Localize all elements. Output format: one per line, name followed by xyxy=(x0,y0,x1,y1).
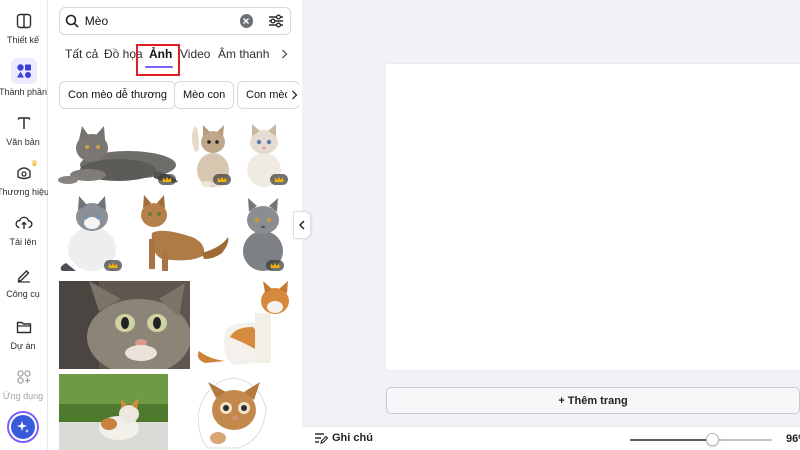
photo-result[interactable] xyxy=(236,193,292,273)
magic-assistant-button[interactable] xyxy=(7,411,39,443)
search-input[interactable] xyxy=(84,9,240,33)
chip-suggestion[interactable]: Mèo con xyxy=(174,81,235,109)
zoom-slider[interactable] xyxy=(630,433,772,446)
rail-item-apps[interactable]: Ứng dụng xyxy=(0,366,48,401)
rail-item-projects[interactable]: Dự án xyxy=(0,316,48,351)
chevron-right-icon xyxy=(291,90,297,100)
rail-label: Văn bản xyxy=(6,137,40,147)
premium-crown-icon xyxy=(213,174,231,185)
close-icon xyxy=(243,18,250,24)
add-page-button[interactable]: + Thêm trang xyxy=(386,387,800,414)
chips-next-button[interactable] xyxy=(287,85,301,105)
search-box xyxy=(59,7,291,35)
notes-icon xyxy=(315,433,328,444)
layout-icon xyxy=(13,10,35,32)
draw-icon xyxy=(13,264,35,286)
cat-photo xyxy=(197,281,289,365)
notes-label: Ghi chú xyxy=(332,432,373,444)
apps-icon xyxy=(13,366,35,388)
cat-photo xyxy=(141,195,229,271)
rail-label: Công cụ xyxy=(6,289,40,299)
rail-label: Thương hiệu xyxy=(0,187,49,197)
folder-icon xyxy=(13,316,35,338)
elements-panel: Tất cả Đồ họa Ảnh Video Âm thanh Con mèo… xyxy=(48,0,302,450)
cat-photo xyxy=(198,377,267,449)
rail-label: Thiết kế xyxy=(6,35,39,45)
suggestion-chips: Con mèo dễ thương Mèo con Con mèo xyxy=(59,81,302,109)
crown-icon: ♛ xyxy=(30,159,38,168)
side-rail: Thiết kế Thành phần Văn bản ♛ Thương hiệ… xyxy=(0,0,49,450)
rail-label: Thành phần xyxy=(0,87,48,97)
tab-audio[interactable]: Âm thanh xyxy=(218,47,269,61)
photo-result[interactable] xyxy=(58,120,180,188)
sparkle-icon xyxy=(11,415,35,439)
rail-item-design[interactable]: Thiết kế xyxy=(0,10,48,45)
tab-all[interactable]: Tất cả xyxy=(65,47,98,61)
rail-item-elements[interactable]: Thành phần xyxy=(0,58,48,97)
tabs-next-button[interactable] xyxy=(277,46,291,62)
cat-photo xyxy=(243,198,283,271)
chevron-left-icon xyxy=(299,220,305,230)
premium-crown-icon xyxy=(270,174,288,185)
photo-result[interactable] xyxy=(59,281,190,369)
rail-label: Ứng dụng xyxy=(2,391,44,401)
notes-button[interactable]: Ghi chú xyxy=(314,432,373,444)
photo-result[interactable] xyxy=(238,120,292,188)
premium-crown-icon xyxy=(104,260,122,271)
rail-item-brand[interactable]: ♛ Thương hiệu xyxy=(0,159,49,197)
rail-item-uploads[interactable]: Tải lên xyxy=(0,212,48,247)
tab-video[interactable]: Video xyxy=(180,47,210,61)
rail-label: Tải lên xyxy=(9,237,37,247)
photo-result[interactable] xyxy=(195,281,291,369)
sliders-icon xyxy=(269,14,284,28)
photo-result[interactable] xyxy=(198,374,268,450)
chip-suggestion[interactable]: Con mèo dễ thương xyxy=(59,81,176,109)
photo-result[interactable] xyxy=(132,193,232,273)
highlight-box xyxy=(136,44,180,76)
text-icon xyxy=(13,112,35,134)
photo-result[interactable] xyxy=(59,374,168,450)
zoom-slider-handle[interactable] xyxy=(706,433,719,446)
zoom-level[interactable]: 96% xyxy=(786,433,800,445)
cat-photo xyxy=(59,374,168,450)
clear-search-button[interactable] xyxy=(239,14,254,28)
zoom-slider-fill xyxy=(630,439,712,441)
elements-icon xyxy=(11,58,37,84)
bottom-bar: Ghi chú 96% xyxy=(302,426,800,450)
chevron-right-icon xyxy=(281,49,287,59)
category-tabs: Tất cả Đồ họa Ảnh Video Âm thanh xyxy=(48,42,302,76)
filter-button[interactable] xyxy=(263,8,288,34)
photo-result[interactable] xyxy=(185,120,235,188)
collapse-panel-button[interactable] xyxy=(293,211,311,239)
rail-item-tools[interactable]: Công cụ xyxy=(0,264,48,299)
premium-crown-icon xyxy=(158,174,176,185)
premium-crown-icon xyxy=(266,260,284,271)
rail-label: Dự án xyxy=(10,341,36,351)
photo-result[interactable] xyxy=(58,193,126,273)
rail-item-text[interactable]: Văn bản xyxy=(0,112,48,147)
upload-icon xyxy=(13,212,35,234)
cat-photo xyxy=(59,281,190,369)
design-page[interactable] xyxy=(386,64,800,370)
search-icon xyxy=(60,8,85,34)
